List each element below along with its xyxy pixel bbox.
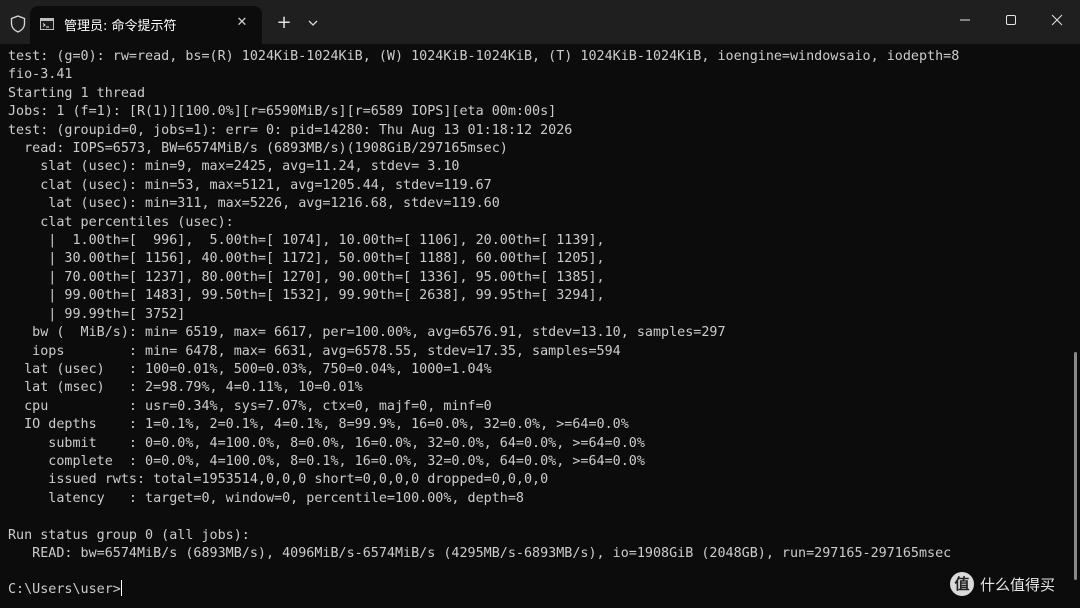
maximize-button[interactable] — [988, 0, 1034, 40]
plus-icon[interactable]: + — [273, 12, 295, 34]
watermark: 值 什么值得买 — [948, 570, 1078, 600]
window-close-button[interactable] — [1034, 0, 1080, 40]
maximize-icon — [1006, 15, 1016, 25]
minimize-button[interactable] — [942, 0, 988, 40]
watermark-logo: 值 — [950, 572, 974, 596]
terminal-output-area[interactable]: test: (g=0): rw=read, bs=(R) 1024KiB-102… — [0, 44, 1070, 608]
scrollbar-thumb[interactable] — [1074, 352, 1077, 580]
cmd-icon — [40, 18, 54, 30]
tab-title: 管理员: 命令提示符 — [64, 19, 177, 34]
command-prompt-line[interactable]: C:\Users\user> — [8, 580, 122, 599]
tab-command-prompt[interactable]: 管理员: 命令提示符 ✕ — [30, 6, 262, 44]
chevron-down-icon[interactable] — [303, 12, 323, 34]
title-bar: 管理员: 命令提示符 ✕ + — [0, 0, 1080, 44]
prompt-text: C:\Users\user> — [8, 582, 121, 597]
shield-icon — [10, 15, 26, 33]
minimize-icon — [960, 19, 970, 21]
watermark-text: 什么值得买 — [980, 576, 1056, 594]
terminal-output: test: (g=0): rw=read, bs=(R) 1024KiB-102… — [8, 49, 960, 561]
close-icon[interactable]: ✕ — [234, 15, 250, 31]
terminal-window: 管理员: 命令提示符 ✕ + test: (g=0): rw=read, bs=… — [0, 0, 1080, 608]
window-close-icon — [1051, 14, 1063, 26]
text-cursor — [120, 580, 122, 596]
